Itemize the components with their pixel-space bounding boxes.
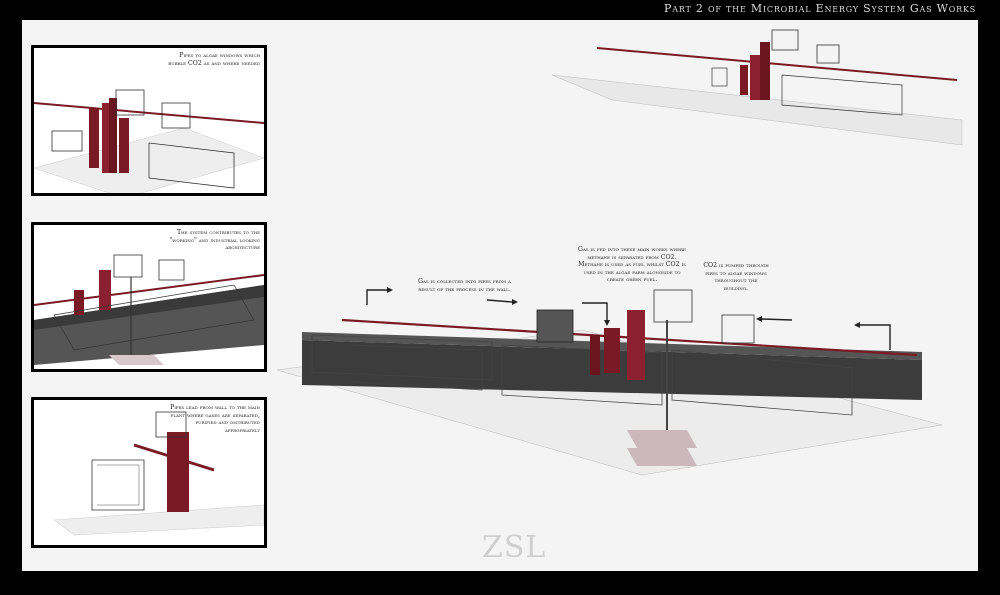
main-plant-drawing — [276, 29, 963, 476]
note-gas-fed: Gas is fed into these main works where m… — [578, 246, 686, 283]
zsl-logo: ZSL — [482, 530, 547, 565]
note-co2-pumped: CO2 is pumped through pipes to algae win… — [703, 262, 769, 292]
page-title: Part 2 of the Microbial Energy System Ga… — [664, 2, 976, 15]
note-gas-collected: Gas is collected into pipes from a resul… — [418, 278, 511, 293]
presentation-sheet: Pipes to algae windows which bubble CO2 … — [22, 20, 978, 571]
